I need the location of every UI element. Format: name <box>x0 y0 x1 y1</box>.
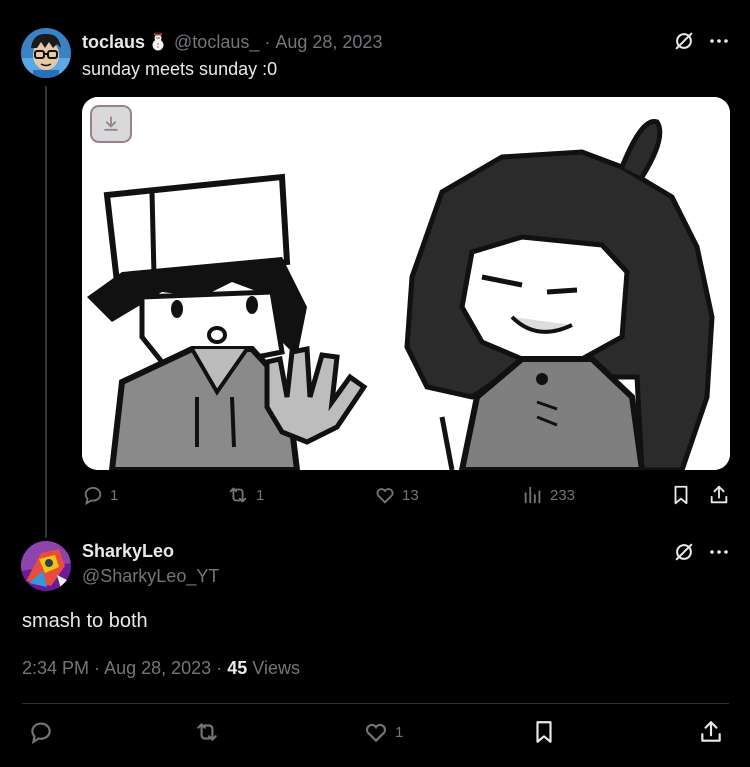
reply-icon <box>82 484 104 506</box>
analytics-icon <box>522 484 544 506</box>
views-label: Views <box>252 658 300 678</box>
tweet-media-image[interactable] <box>82 97 730 470</box>
like-button[interactable]: 1 <box>363 719 403 745</box>
tweet2-top-actions <box>673 541 729 563</box>
tweet-date[interactable]: Aug 28, 2023 <box>275 32 382 53</box>
share-icon <box>698 719 724 745</box>
bookmark-icon <box>670 484 692 506</box>
drawing-illustration <box>82 97 730 470</box>
tweet1-top-actions <box>673 30 729 52</box>
tweet1-header: toclaus @toclaus_ · Aug 28, 2023 <box>82 30 382 54</box>
snowman-icon <box>148 32 168 52</box>
separator-dot: · <box>94 658 101 678</box>
avatar-toclaus[interactable] <box>21 28 71 78</box>
share-button[interactable] <box>708 484 730 506</box>
repost-icon <box>226 484 250 506</box>
download-button[interactable] <box>90 105 132 143</box>
user-handle[interactable]: @SharkyLeo_YT <box>82 566 219 587</box>
repost-count: 1 <box>256 486 265 504</box>
grok-icon[interactable] <box>673 541 695 563</box>
avatar-sharkyleo[interactable] <box>21 541 71 591</box>
bookmark-icon <box>531 719 557 745</box>
tweet-date[interactable]: Aug 28, 2023 <box>104 658 211 678</box>
more-options-icon[interactable] <box>709 542 729 562</box>
tweet-time[interactable]: 2:34 PM <box>22 658 89 678</box>
views-button[interactable]: 233 <box>522 484 575 506</box>
repost-button[interactable] <box>193 719 221 745</box>
heart-icon <box>374 484 396 506</box>
reply-button[interactable] <box>28 719 54 745</box>
separator-dot: · <box>264 31 271 52</box>
separator-dot: · <box>216 658 223 678</box>
repost-button[interactable]: 1 <box>226 484 264 506</box>
display-name[interactable]: SharkyLeo <box>82 541 174 562</box>
reply-icon <box>28 719 54 745</box>
thread-connector-line <box>45 86 47 538</box>
reply-count: 1 <box>110 486 119 504</box>
like-button[interactable]: 13 <box>374 484 419 506</box>
divider <box>22 703 729 704</box>
share-icon <box>708 484 730 506</box>
bookmark-button[interactable] <box>670 484 692 506</box>
bookmark-button[interactable] <box>531 719 557 745</box>
tweet2-action-bar: 1 <box>22 716 732 750</box>
tweet-text: smash to both <box>22 610 148 632</box>
display-name[interactable]: toclaus <box>82 32 145 53</box>
download-icon <box>101 114 121 134</box>
tweet1-action-bar: 1 1 13 233 <box>82 484 732 512</box>
grok-icon[interactable] <box>673 30 695 52</box>
reply-button[interactable]: 1 <box>82 484 118 506</box>
tweet-meta: 2:34 PM · Aug 28, 2023 · 45 Views <box>22 658 300 679</box>
heart-icon <box>363 719 389 745</box>
tweet-text: sunday meets sunday :0 <box>82 59 278 79</box>
user-handle[interactable]: @toclaus_ <box>174 32 259 53</box>
like-count: 1 <box>395 723 404 741</box>
view-count: 233 <box>550 486 576 504</box>
share-button[interactable] <box>698 719 724 745</box>
views-count: 45 <box>227 658 248 678</box>
like-count: 13 <box>402 486 419 504</box>
repost-icon <box>193 719 221 745</box>
more-options-icon[interactable] <box>709 31 729 51</box>
